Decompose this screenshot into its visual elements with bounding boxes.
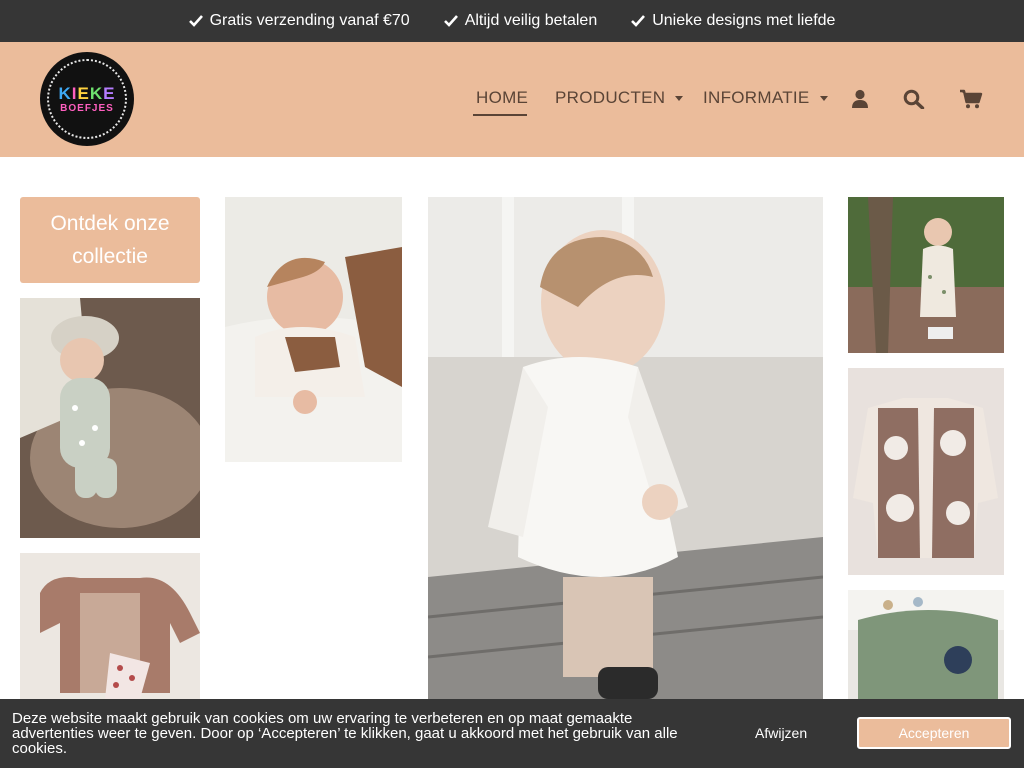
main-nav: HOME PRODUCTEN INFORMATIE xyxy=(0,42,1024,157)
caret-down-icon xyxy=(819,95,828,101)
caret-down-icon xyxy=(675,95,684,101)
nav-home-label: HOME xyxy=(476,88,529,107)
usp-label: Gratis verzending vanaf €70 xyxy=(209,12,410,29)
usp-item: Unieke designs met liefde xyxy=(631,12,835,30)
photo-outfit-flatlay[interactable] xyxy=(20,553,200,699)
usp-item: Gratis verzending vanaf €70 xyxy=(188,12,410,30)
check-icon xyxy=(443,15,458,27)
nav-home[interactable]: HOME xyxy=(476,88,528,108)
cookie-accept-button[interactable]: Accepteren xyxy=(857,717,1011,749)
photo-baby-crawling[interactable] xyxy=(225,197,402,462)
nav-informatie[interactable]: INFORMATIE xyxy=(703,88,828,108)
usp-label: Unieke designs met liefde xyxy=(652,12,836,29)
photo-baby-sleeping-floral[interactable] xyxy=(20,298,200,538)
search-icon[interactable] xyxy=(903,89,925,109)
discover-collection-button[interactable]: Ontdek onze collectie xyxy=(20,197,200,283)
photo-flower-vest[interactable] xyxy=(848,368,1004,575)
site-header: KIEKE BOEFJES HOME PRODUCTEN INFORMATIE xyxy=(0,42,1024,157)
check-icon xyxy=(631,15,646,27)
photo-girl-standing[interactable] xyxy=(428,197,823,699)
usp-item: Altijd veilig betalen xyxy=(443,12,598,30)
cookie-banner: Deze website maakt gebruik van cookies o… xyxy=(0,699,1024,768)
cart-icon[interactable] xyxy=(959,89,983,109)
check-icon xyxy=(188,15,203,27)
active-underline xyxy=(473,114,527,116)
cookie-decline-button[interactable]: Afwijzen xyxy=(755,725,807,741)
nav-informatie-label: INFORMATIE xyxy=(703,88,810,107)
usp-label: Altijd veilig betalen xyxy=(464,12,598,29)
user-icon[interactable] xyxy=(850,89,870,109)
cookie-message: Deze website maakt gebruik van cookies o… xyxy=(12,710,678,757)
photo-girl-tree[interactable] xyxy=(848,197,1004,353)
nav-producten-label: PRODUCTEN xyxy=(555,88,666,107)
usp-bar: Gratis verzending vanaf €70 Altijd veili… xyxy=(0,0,1024,42)
photo-green-set[interactable] xyxy=(848,590,1004,699)
nav-producten[interactable]: PRODUCTEN xyxy=(555,88,684,108)
